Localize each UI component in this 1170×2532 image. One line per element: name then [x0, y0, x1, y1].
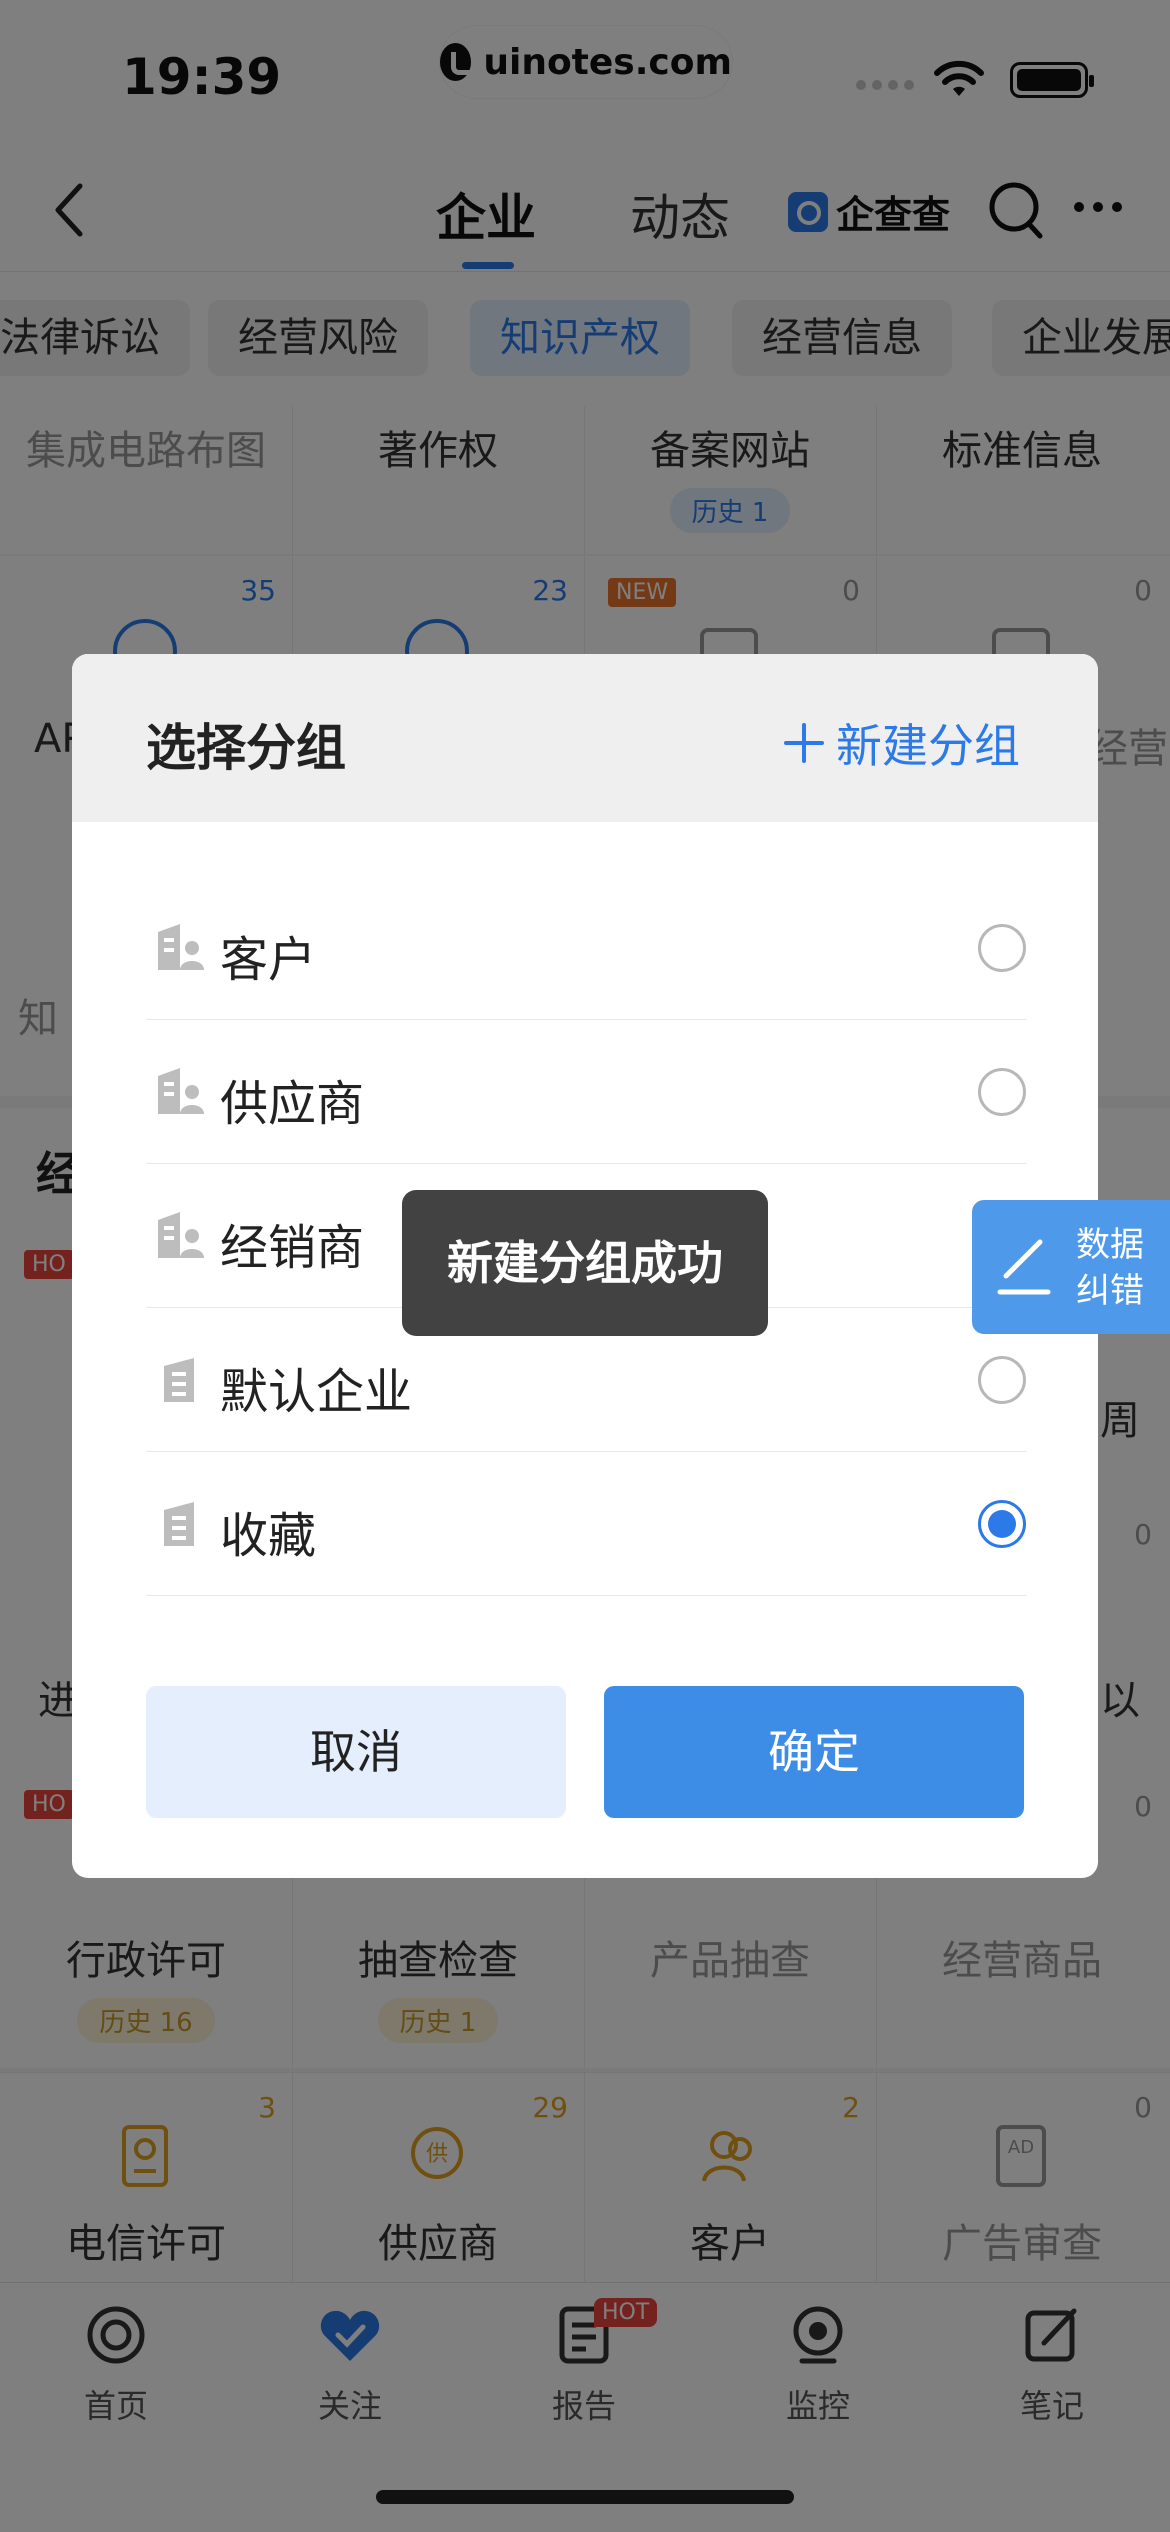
confirm-button[interactable]: 确定 — [604, 1686, 1024, 1818]
dialog-title: 选择分组 — [146, 719, 346, 777]
group-radio[interactable] — [978, 1356, 1026, 1404]
group-item-customer[interactable]: 客户 — [146, 876, 1026, 1020]
pencil-icon — [997, 1239, 1051, 1295]
feedback-label: 数据 纠错 — [1076, 1222, 1156, 1314]
group-radio[interactable] — [978, 1068, 1026, 1116]
group-radio[interactable] — [978, 924, 1026, 972]
building-icon — [164, 1358, 194, 1402]
group-item-favorites[interactable]: 收藏 — [146, 1452, 1026, 1596]
cancel-button[interactable]: 取消 — [146, 1686, 566, 1818]
group-radio-checked[interactable] — [978, 1500, 1026, 1548]
building-icon — [164, 1502, 194, 1546]
group-label: 默认企业 — [220, 1364, 413, 1420]
group-label: 供应商 — [220, 1076, 365, 1132]
dialog-header: 选择分组 新建分组 — [72, 654, 1098, 822]
home-indicator — [376, 2490, 794, 2504]
data-correction-button[interactable]: 数据 纠错 — [972, 1200, 1170, 1334]
feedback-line: 数据 — [1076, 1225, 1144, 1265]
group-label: 经销商 — [220, 1220, 365, 1276]
feedback-line: 纠错 — [1076, 1271, 1144, 1311]
plus-icon — [784, 723, 824, 763]
building-person-icon — [158, 1212, 204, 1258]
group-item-supplier[interactable]: 供应商 — [146, 1020, 1026, 1164]
building-person-icon — [158, 1068, 204, 1114]
new-group-label: 新建分组 — [836, 719, 1020, 773]
building-person-icon — [158, 924, 204, 970]
success-toast: 新建分组成功 — [402, 1190, 768, 1336]
new-group-button[interactable]: 新建分组 — [784, 710, 1020, 776]
group-label: 收藏 — [220, 1508, 317, 1564]
group-label: 客户 — [220, 932, 317, 988]
